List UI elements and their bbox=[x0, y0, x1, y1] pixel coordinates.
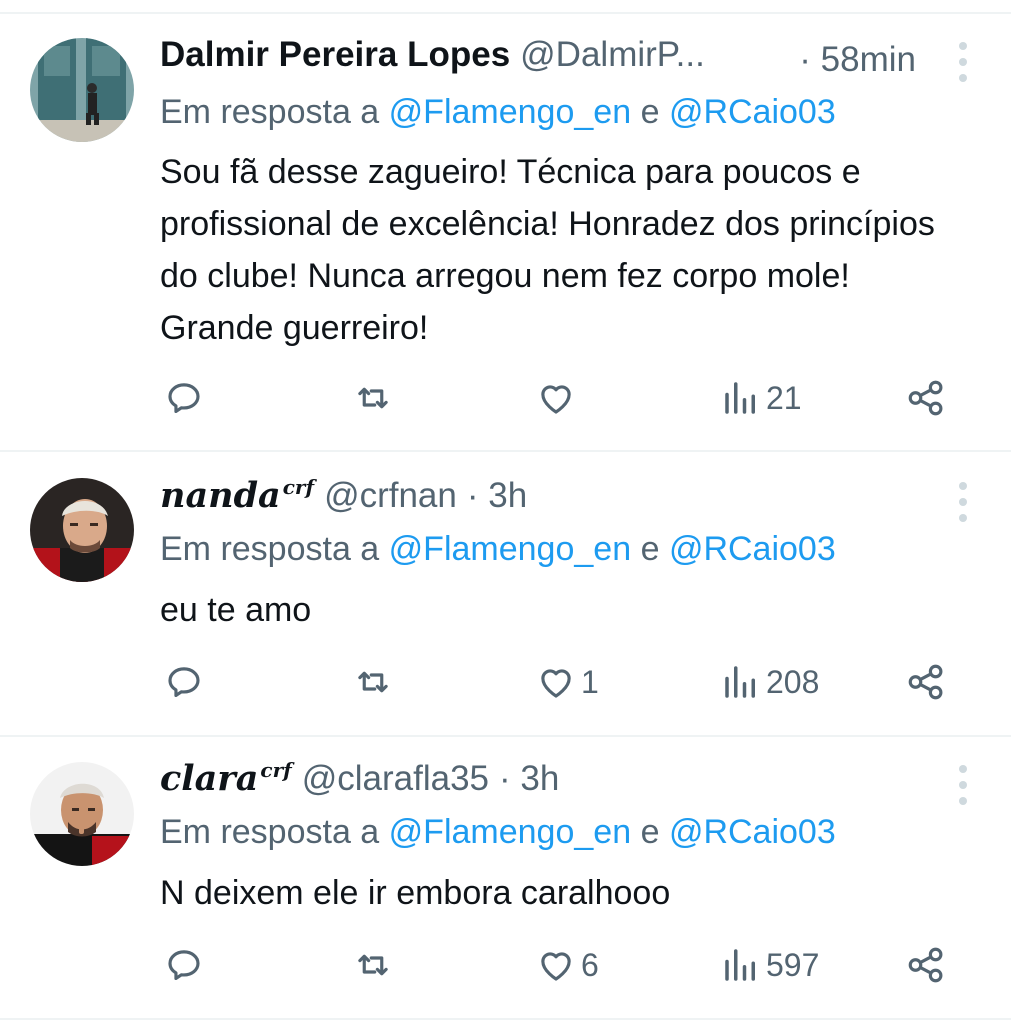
view-count: 21 bbox=[766, 379, 802, 416]
like-button[interactable]: 1 bbox=[535, 661, 599, 703]
reply-button[interactable] bbox=[163, 661, 205, 703]
view-count: 208 bbox=[766, 663, 820, 700]
timestamp[interactable]: · 58min bbox=[799, 40, 916, 80]
avatar-image-icon bbox=[30, 38, 134, 142]
views-button[interactable]: 21 bbox=[720, 377, 802, 419]
name-superscript: crf bbox=[260, 758, 292, 783]
retweet-icon bbox=[358, 387, 388, 409]
mention-link[interactable]: @Flamengo_en bbox=[389, 530, 631, 568]
retweet-icon bbox=[358, 954, 388, 976]
avatar-image-icon bbox=[30, 762, 134, 866]
reply-and: e bbox=[640, 530, 660, 568]
like-count: 6 bbox=[581, 946, 599, 983]
heart-icon bbox=[541, 385, 571, 414]
tweet-header: clara crf @clarafla35 · 3h bbox=[160, 758, 931, 808]
retweet-button[interactable] bbox=[352, 377, 394, 419]
avatar[interactable] bbox=[30, 762, 134, 866]
timestamp[interactable]: · 3h bbox=[467, 476, 527, 516]
reply-context: Em resposta a @Flamengo_en e @RCaio03 bbox=[160, 530, 836, 569]
avatar-image-icon bbox=[30, 478, 134, 582]
reply-prefix: Em resposta a bbox=[160, 813, 380, 851]
views-icon bbox=[725, 949, 755, 981]
share-button[interactable] bbox=[905, 944, 947, 986]
display-name[interactable]: nanda crf bbox=[160, 475, 314, 516]
name-superscript: crf bbox=[282, 475, 315, 500]
tweet-text: eu te amo bbox=[160, 591, 312, 629]
reply-button[interactable] bbox=[163, 944, 205, 986]
user-handle[interactable]: @crfnan bbox=[324, 476, 457, 516]
retweet-button[interactable] bbox=[352, 661, 394, 703]
reply-prefix: Em resposta a bbox=[160, 93, 380, 131]
action-bar: 1 208 bbox=[0, 661, 1011, 711]
avatar[interactable] bbox=[30, 478, 134, 582]
heart-icon bbox=[541, 669, 571, 698]
timestamp[interactable]: · 3h bbox=[499, 759, 559, 799]
action-bar: 6 597 bbox=[0, 944, 1011, 994]
mention-link[interactable]: @Flamengo_en bbox=[389, 813, 631, 851]
user-handle[interactable]: @clarafla35 bbox=[302, 759, 489, 799]
display-name[interactable]: clara crf bbox=[160, 758, 292, 799]
more-icon[interactable] bbox=[957, 42, 969, 82]
tweet-header: nanda crf @crfnan · 3h bbox=[160, 475, 931, 525]
reply-context: Em resposta a @Flamengo_en e @RCaio03 bbox=[160, 813, 836, 852]
tweet-text: Sou fã desse zagueiro! Técnica para pouc… bbox=[160, 153, 935, 347]
heart-icon bbox=[541, 952, 571, 981]
action-bar: 21 bbox=[0, 377, 1011, 427]
reply-icon bbox=[168, 667, 200, 698]
share-button[interactable] bbox=[905, 661, 947, 703]
retweet-icon bbox=[358, 671, 388, 693]
display-name[interactable]: Dalmir Pereira Lopes bbox=[160, 35, 510, 75]
reply-button[interactable] bbox=[163, 377, 205, 419]
like-count: 1 bbox=[581, 663, 599, 700]
mention-link[interactable]: @RCaio03 bbox=[669, 93, 836, 131]
more-icon[interactable] bbox=[957, 765, 969, 805]
views-button[interactable]: 208 bbox=[720, 661, 819, 703]
like-button[interactable]: 6 bbox=[535, 944, 599, 986]
user-handle[interactable]: @DalmirP... bbox=[520, 35, 705, 75]
share-icon bbox=[908, 664, 943, 700]
share-button[interactable] bbox=[905, 377, 947, 419]
mention-link[interactable]: @Flamengo_en bbox=[389, 93, 631, 131]
retweet-button[interactable] bbox=[352, 944, 394, 986]
avatar[interactable] bbox=[30, 38, 134, 142]
like-button[interactable] bbox=[535, 377, 581, 419]
reply-and: e bbox=[640, 813, 660, 851]
views-button[interactable]: 597 bbox=[720, 944, 819, 986]
mention-link[interactable]: @RCaio03 bbox=[669, 530, 836, 568]
tweet-text: N deixem ele ir embora caralhooo bbox=[160, 874, 671, 912]
reply-icon bbox=[168, 383, 200, 414]
tweet-divider bbox=[0, 735, 1011, 737]
reply-and: e bbox=[640, 93, 660, 131]
views-icon bbox=[725, 382, 755, 414]
reply-prefix: Em resposta a bbox=[160, 530, 380, 568]
tweet-divider bbox=[0, 450, 1011, 452]
reply-context: Em resposta a @Flamengo_en e @RCaio03 bbox=[160, 93, 836, 132]
mention-link[interactable]: @RCaio03 bbox=[669, 813, 836, 851]
bottom-divider bbox=[0, 1018, 1011, 1020]
share-icon bbox=[908, 947, 943, 983]
share-icon bbox=[908, 380, 943, 416]
views-icon bbox=[725, 666, 755, 698]
view-count: 597 bbox=[766, 946, 820, 983]
top-divider bbox=[0, 12, 1011, 14]
reply-icon bbox=[168, 950, 200, 981]
more-icon[interactable] bbox=[957, 482, 969, 522]
